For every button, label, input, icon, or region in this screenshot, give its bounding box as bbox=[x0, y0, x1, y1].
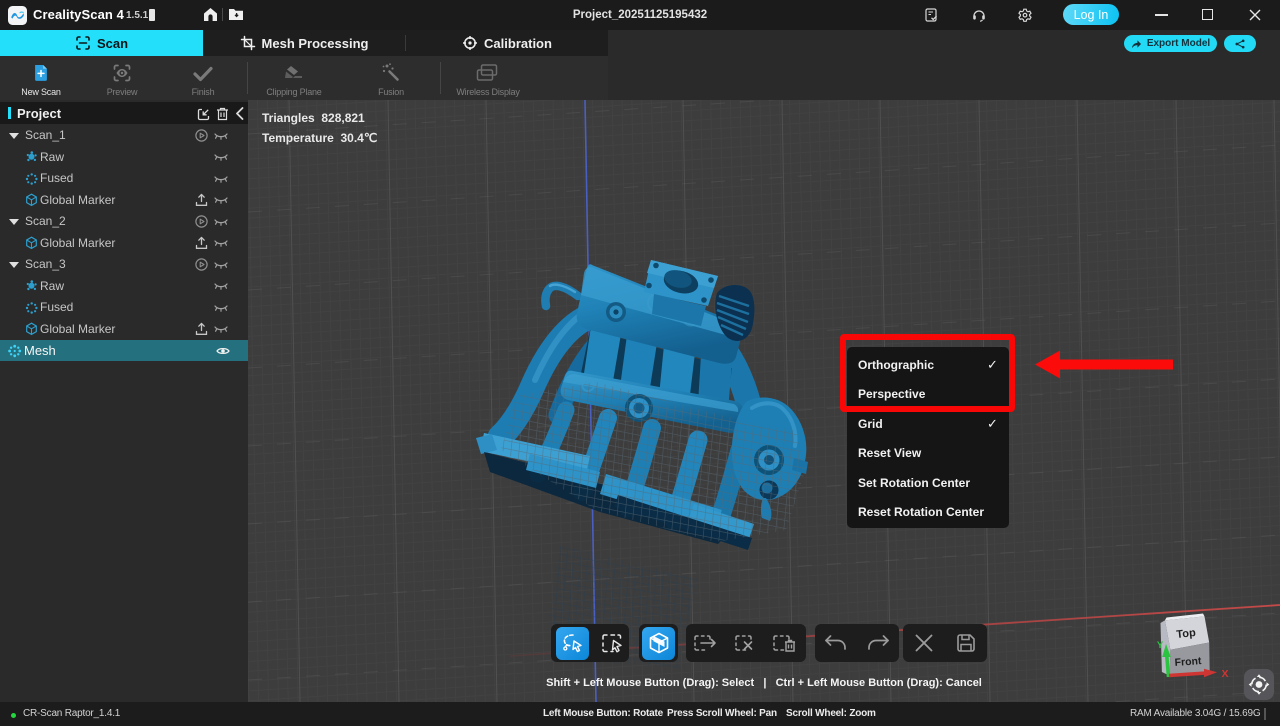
svg-text:Top: Top bbox=[1176, 627, 1197, 641]
svg-text:Front: Front bbox=[1174, 655, 1202, 669]
svg-text:Y: Y bbox=[1157, 640, 1164, 651]
